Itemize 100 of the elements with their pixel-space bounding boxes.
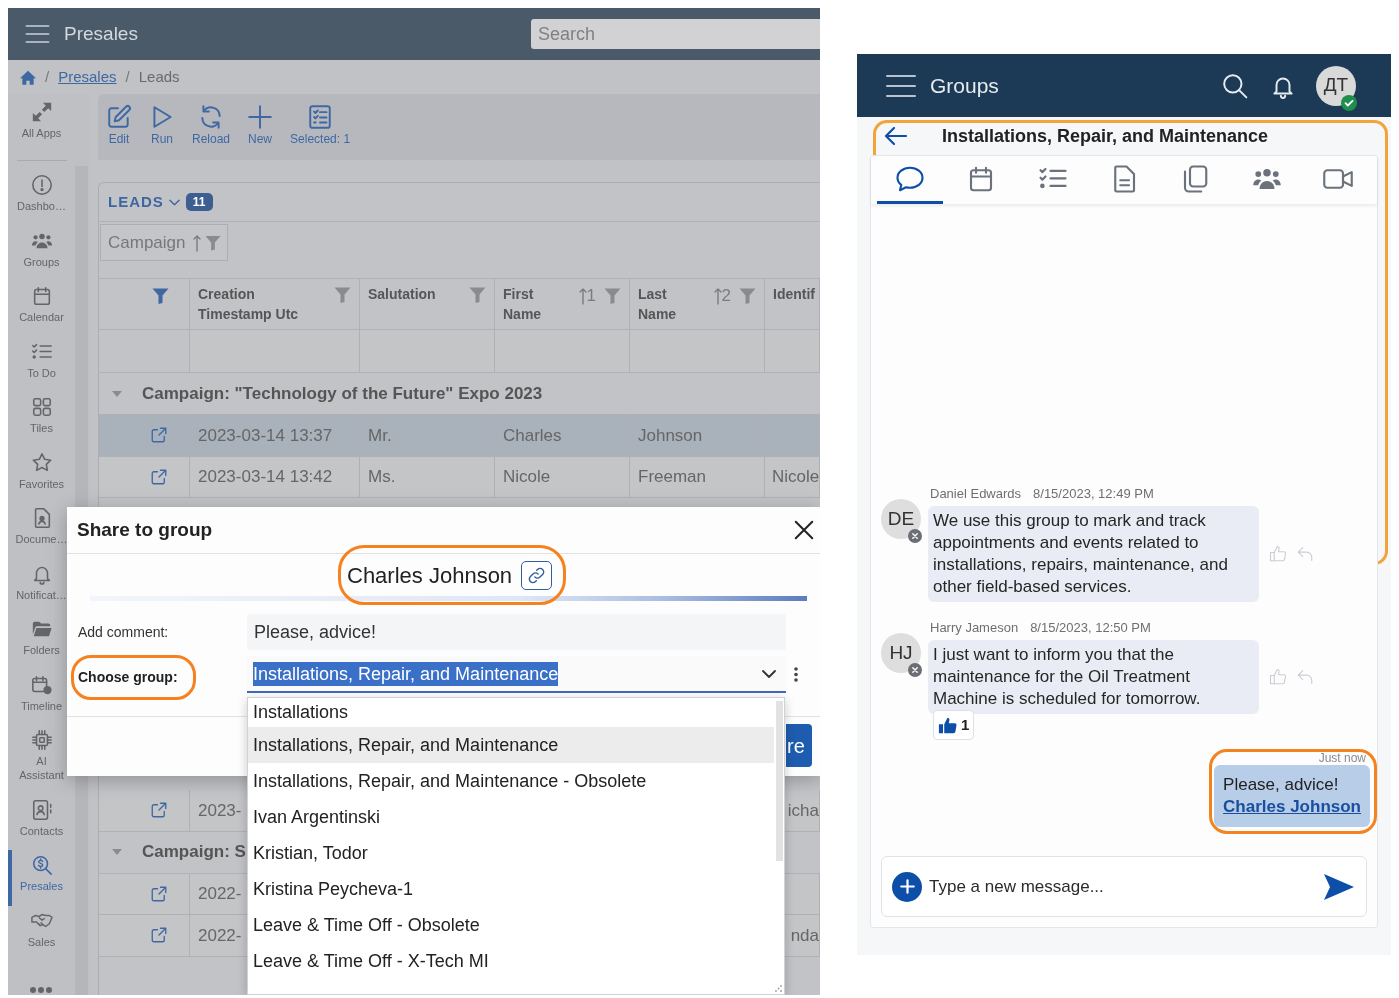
external-link-icon[interactable]: [150, 884, 168, 903]
home-icon[interactable]: [20, 69, 36, 85]
sidebar-item[interactable]: Contacts: [8, 794, 75, 850]
link-button[interactable]: [521, 560, 553, 590]
sidebar-item[interactable]: Docume…: [8, 503, 75, 559]
message-bubble: I just want to inform you that the maintenance for the Oil Treatment Machine is scheduled for tomorrow.: [928, 640, 1259, 714]
filter-icon[interactable]: [204, 234, 221, 251]
search-field[interactable]: Search: [531, 19, 820, 49]
primary-button[interactable]: re: [786, 724, 812, 767]
chevron-down-icon: [762, 669, 776, 678]
plus-icon: [247, 104, 274, 130]
sidebar-item[interactable]: Tiles: [8, 392, 75, 448]
message-bubble: We use this group to mark and track appointments and events related to installations, repairs, maintenance, and other field-based services.: [928, 506, 1259, 602]
sidebar-item[interactable]: Favorites: [8, 447, 75, 503]
grouping-chip[interactable]: Campaign: [100, 224, 228, 261]
message-field[interactable]: Type a new message...: [881, 856, 1367, 917]
message-time: Just now: [1318, 752, 1367, 765]
toolbar-button[interactable]: Selected: 1: [286, 104, 355, 146]
author-name: Harry Jameson: [930, 620, 1019, 636]
column-header[interactable]: Creation Timestamp Utc: [190, 279, 360, 329]
close-button[interactable]: [793, 519, 815, 541]
author-name: Daniel Edwards: [930, 486, 1022, 502]
record-name: Charles Johnson: [347, 561, 513, 590]
user-avatar[interactable]: ДТ: [1316, 65, 1356, 106]
link-icon: [527, 565, 547, 585]
table-row[interactable]: 2023-03-14 13:37 Mr. Charles Johnson: [99, 415, 820, 457]
group-title: Campaign: S: [142, 841, 246, 864]
column-header[interactable]: Salutation: [360, 279, 495, 329]
checklist-icon: [307, 104, 334, 130]
caret-icon[interactable]: [112, 388, 122, 399]
sidebar-item[interactable]: Dashbo…: [8, 170, 75, 226]
gauge-icon: [30, 174, 53, 196]
thumbs-up-icon: [938, 716, 957, 734]
breadcrumb-separator: /: [125, 66, 130, 87]
send-button[interactable]: [1323, 872, 1355, 901]
record-link[interactable]: Charles Johnson: [1223, 797, 1361, 816]
sidebar-item[interactable]: Notificat…: [8, 558, 75, 614]
menu-icon[interactable]: [886, 73, 916, 98]
sort-arrow-icon: [713, 287, 722, 305]
column-header[interactable]: Identif: [765, 279, 820, 329]
sort-arrow-icon: [192, 233, 201, 252]
user-avatar: HJ: [881, 633, 921, 673]
sidebar-item[interactable]: AI Assistant: [8, 725, 75, 795]
filter-icon[interactable]: [469, 287, 486, 303]
message-time: 8/15/2023, 12:50 PM: [1030, 620, 1151, 636]
cell-text: Charles: [503, 424, 562, 447]
caret-icon[interactable]: [112, 847, 122, 857]
sidebar-item[interactable]: Presales: [8, 850, 75, 906]
sidebar-item[interactable]: All Apps: [8, 97, 75, 153]
more-vertical-icon[interactable]: [794, 667, 798, 682]
sidebar-item[interactable]: Calendar: [8, 281, 75, 337]
resize-grip-icon: [775, 985, 782, 992]
toolbar-button[interactable]: Run: [145, 104, 179, 146]
calendar-badge-icon: [30, 673, 53, 696]
column-header[interactable]: Last Name 2: [630, 279, 765, 329]
search-icon[interactable]: [1222, 72, 1248, 99]
cell-text: 2023-03-14 13:42: [198, 466, 333, 488]
toolbar-button[interactable]: Edit: [102, 104, 136, 146]
external-link-icon[interactable]: [150, 926, 168, 945]
more-icon[interactable]: [30, 986, 52, 994]
field-label: Choose group:: [78, 668, 178, 687]
message-bubble: Please, advice! Charles Johnson: [1214, 765, 1370, 827]
send-icon: [1323, 872, 1355, 901]
close-icon: [793, 519, 815, 541]
dropdown-option[interactable]: Installations: [248, 698, 774, 727]
toolbar-button[interactable]: New: [243, 104, 278, 146]
cell-text: 2023-: [198, 799, 242, 822]
back-arrow-icon[interactable]: [884, 125, 908, 147]
filter-icon[interactable]: [604, 288, 621, 304]
dropdown-option[interactable]: Installations, Repair, and Maintenance: [248, 727, 774, 763]
contact-card-icon: [30, 798, 53, 821]
breadcrumb-link[interactable]: Presales: [58, 65, 117, 89]
filter-icon[interactable]: [152, 288, 169, 304]
filter-icon[interactable]: [334, 287, 351, 303]
scrollbar[interactable]: [776, 701, 783, 861]
menu-icon[interactable]: [25, 24, 50, 44]
message-input[interactable]: Type a new message...: [929, 873, 1323, 900]
sidebar-item[interactable]: Sales: [8, 905, 75, 961]
add-button[interactable]: [892, 871, 922, 902]
sidebar-item[interactable]: Folders: [8, 614, 75, 670]
external-link-icon[interactable]: [150, 426, 168, 445]
plus-icon: [899, 879, 915, 894]
sidebar-item[interactable]: Timeline: [8, 669, 75, 725]
column-header[interactable]: First Name 1: [495, 279, 630, 329]
app-title: Presales: [64, 21, 138, 46]
sidebar-item[interactable]: To Do: [8, 336, 75, 392]
toolbar-button[interactable]: Reload: [188, 104, 235, 146]
external-link-icon[interactable]: [150, 801, 168, 820]
thumbs-up-icon[interactable]: [1269, 545, 1287, 563]
reaction-chip[interactable]: 1: [933, 710, 975, 740]
external-link-icon[interactable]: [150, 467, 168, 486]
cell-text: icha: [787, 799, 819, 822]
sidebar-item[interactable]: Groups: [8, 225, 75, 281]
thumbs-up-icon[interactable]: [1269, 668, 1287, 686]
app-title: Groups: [930, 72, 999, 99]
edit-icon: [106, 104, 132, 130]
filter-icon[interactable]: [739, 288, 756, 304]
message-time: 8/15/2023, 12:49 PM: [1033, 486, 1154, 502]
table-row[interactable]: 2023-03-14 13:42 Ms. Nicole Freeman Nicole: [99, 456, 820, 498]
comment-field[interactable]: Please, advice!: [247, 614, 786, 650]
